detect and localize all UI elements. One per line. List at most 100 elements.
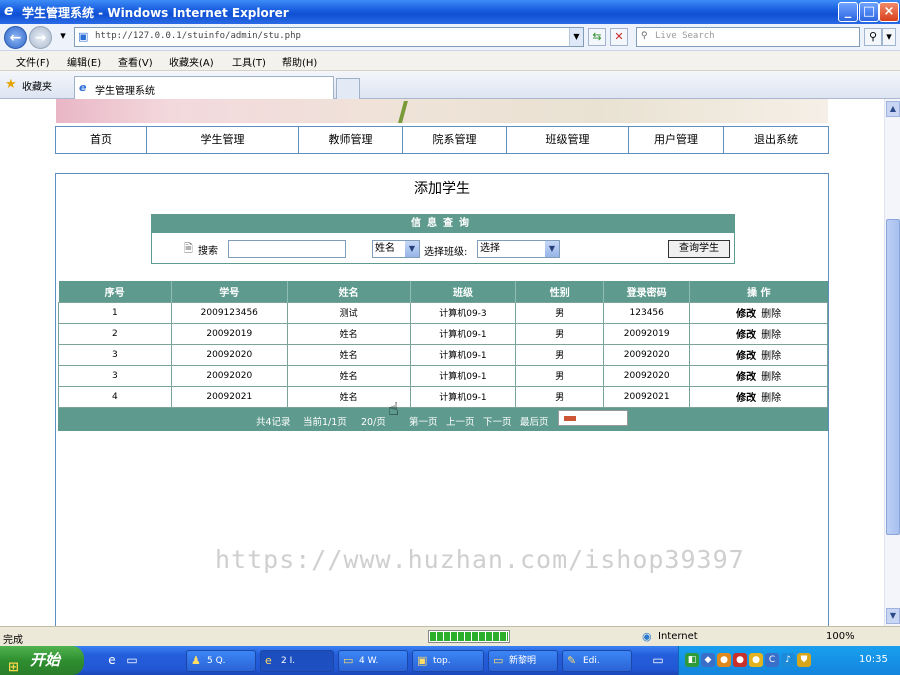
tray-volume-icon[interactable]: ♪ [781, 653, 795, 667]
cell-password: 20092021 [603, 385, 691, 408]
favorites-bar: ★ 收藏夹 e 学生管理系统 [0, 71, 900, 99]
taskbar-item-label: 5 Q. [207, 656, 226, 666]
delete-link[interactable]: 删除 [761, 393, 781, 404]
keyword-input[interactable] [228, 240, 346, 258]
vertical-scrollbar[interactable]: ▲ ▼ [884, 99, 900, 626]
stop-icon[interactable]: ✕ [610, 28, 628, 46]
cell-student-id: 20092020 [170, 364, 288, 387]
taskbar-item-editor[interactable]: ✎ Edi. [562, 650, 632, 672]
taskbar-item-label: 4 W. [359, 656, 379, 666]
maximize-button[interactable]: □ [859, 2, 879, 22]
taskbar-item-top[interactable]: ▣ top. [412, 650, 484, 672]
menu-edit[interactable]: 编辑(E) [67, 54, 101, 69]
cell-gender: 男 [515, 385, 605, 408]
cell-class: 计算机09-1 [409, 385, 517, 408]
delete-link[interactable]: 删除 [761, 330, 781, 341]
scroll-up-icon[interactable]: ▲ [886, 101, 900, 117]
scroll-down-icon[interactable]: ▼ [886, 608, 900, 624]
live-search-input[interactable]: ⚲ Live Search [636, 27, 860, 47]
window-titlebar[interactable]: e 学生管理系统 - Windows Internet Explorer _ □… [0, 0, 900, 24]
class-select[interactable]: 选择 ▼ [477, 240, 560, 258]
cell-no: 1 [58, 301, 172, 324]
refresh-icon[interactable]: ⇆ [588, 28, 606, 46]
header-banner [56, 99, 828, 123]
favorites-label[interactable]: 收藏夹 [22, 78, 52, 93]
menu-favorites[interactable]: 收藏夹(A) [169, 54, 214, 69]
cell-no: 2 [58, 322, 172, 345]
close-button[interactable]: × [879, 2, 899, 22]
nav-logout[interactable]: 退出系统 [724, 127, 828, 153]
chevron-down-icon[interactable]: ▼ [545, 241, 559, 257]
col-gender: 性别 [515, 281, 605, 302]
pager-first[interactable]: 第一页 [409, 414, 438, 428]
start-button[interactable]: ⊞ 开始 [0, 646, 84, 675]
tray-qq-icon[interactable]: ● [717, 653, 731, 667]
address-bar[interactable]: ▣ http://127.0.0.1/stuinfo/admin/stu.php… [74, 27, 584, 47]
cell-password: 123456 [603, 301, 691, 324]
cell-actions: 修改 删除 [689, 301, 828, 324]
delete-link[interactable]: 删除 [761, 351, 781, 362]
search-go-icon[interactable]: ⚲ [864, 28, 882, 46]
minimize-button[interactable]: _ [838, 2, 858, 22]
menu-view[interactable]: 查看(V) [118, 54, 153, 69]
chevron-down-icon[interactable]: ▼ [405, 241, 419, 257]
history-dropdown-icon[interactable]: ▾ [54, 28, 72, 46]
tray-network-icon[interactable]: ◧ [685, 653, 699, 667]
cell-student-id: 2009123456 [170, 301, 288, 324]
favorites-star-icon[interactable]: ★ [5, 77, 17, 92]
tray-qq2-icon[interactable]: ● [733, 653, 747, 667]
zoom-level[interactable]: 100% [826, 631, 855, 642]
taskbar-item-label: top. [433, 656, 451, 666]
edit-link[interactable]: 修改 [736, 309, 756, 320]
address-dropdown-icon[interactable]: ▼ [569, 28, 583, 46]
tray-app-icon[interactable]: ◆ [701, 653, 715, 667]
browser-tab[interactable]: e 学生管理系统 [74, 76, 334, 99]
field-select[interactable]: 姓名 ▼ [372, 240, 420, 258]
banner-decoration [398, 101, 408, 123]
url-text[interactable]: http://127.0.0.1/stuinfo/admin/stu.php [95, 31, 301, 41]
tray-ime-icon[interactable]: C [765, 653, 779, 667]
taskbar-clock: 10:35 [859, 654, 888, 665]
folder-quicklaunch-icon[interactable]: ▭ [124, 652, 140, 668]
pager-prev[interactable]: 上一页 [446, 414, 475, 428]
delete-link[interactable]: 删除 [761, 309, 781, 320]
taskbar-item-ie[interactable]: e 2 I. [260, 650, 334, 672]
tray-shield-icon[interactable]: ⛊ [797, 653, 811, 667]
edit-link[interactable]: 修改 [736, 351, 756, 362]
tray-qq3-icon[interactable]: ● [749, 653, 763, 667]
folder-icon: ▭ [343, 654, 354, 667]
forward-button[interactable]: → [29, 26, 52, 49]
scroll-thumb[interactable] [886, 219, 900, 535]
load-progress [428, 630, 510, 643]
ie-quicklaunch-icon[interactable]: e [104, 652, 120, 668]
query-student-button[interactable]: 查询学生 [668, 240, 730, 258]
nav-teachers[interactable]: 教师管理 [299, 127, 403, 153]
new-tab-button[interactable] [336, 78, 360, 99]
nav-users[interactable]: 用户管理 [629, 127, 724, 153]
back-button[interactable]: ← [4, 26, 27, 49]
page-jump-select[interactable] [558, 410, 628, 426]
delete-link[interactable]: 删除 [761, 372, 781, 383]
nav-home[interactable]: 首页 [56, 127, 147, 153]
nav-classes[interactable]: 班级管理 [507, 127, 629, 153]
taskbar-item-explorer[interactable]: ▭ 4 W. [338, 650, 408, 672]
pager-last[interactable]: 最后页 [520, 414, 549, 428]
menu-help[interactable]: 帮助(H) [282, 54, 317, 69]
menu-file[interactable]: 文件(F) [16, 54, 50, 69]
taskbar-item-xinliming[interactable]: ▭ 新黎明 [488, 650, 558, 672]
edit-link[interactable]: 修改 [736, 372, 756, 383]
nav-students[interactable]: 学生管理 [147, 127, 299, 153]
edit-link[interactable]: 修改 [736, 393, 756, 404]
show-desktop-icon[interactable]: ▭ [650, 652, 666, 668]
cell-password: 20092020 [603, 343, 691, 366]
menu-tools[interactable]: 工具(T) [232, 54, 266, 69]
tab-title: 学生管理系统 [95, 86, 155, 97]
nav-departments[interactable]: 院系管理 [403, 127, 507, 153]
col-class: 班级 [410, 281, 517, 302]
search-options-icon[interactable]: ▾ [882, 28, 896, 46]
query-form: 信息查询 🗎 搜索 姓名 ▼ 选择班级: 选择 ▼ 查询学生 [151, 214, 735, 264]
edit-link[interactable]: 修改 [736, 330, 756, 341]
pager-next[interactable]: 下一页 [483, 414, 512, 428]
taskbar-item-qq[interactable]: ♟ 5 Q. [186, 650, 256, 672]
cell-actions: 修改 删除 [689, 322, 828, 345]
